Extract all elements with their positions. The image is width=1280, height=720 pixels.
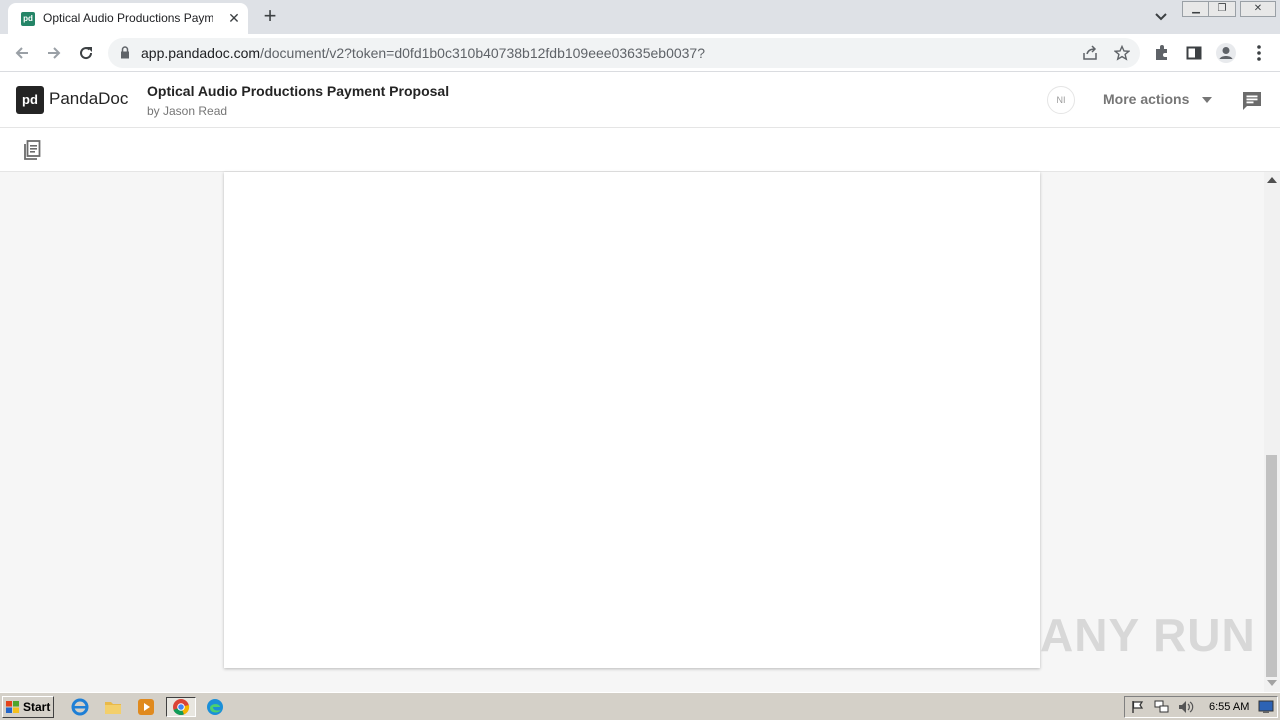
tab-close-icon[interactable]: ✕: [225, 9, 243, 27]
browser-toolbar: app.pandadoc.com/document/v2?token=d0fd1…: [0, 34, 1280, 72]
tab-search-chevron-icon[interactable]: [1150, 8, 1172, 26]
lock-icon[interactable]: [120, 46, 130, 64]
windows-taskbar: Start 6:55 AM: [0, 692, 1280, 720]
windows-flag-icon: [6, 701, 19, 713]
more-actions-button[interactable]: More actions: [1103, 91, 1189, 107]
start-label: Start: [23, 700, 51, 714]
document-header: pd PandaDoc Optical Audio Productions Pa…: [0, 72, 1280, 128]
url-text: app.pandadoc.com/document/v2?token=d0fd1…: [141, 45, 706, 61]
media-player-icon[interactable]: [135, 697, 157, 717]
comments-icon[interactable]: [1240, 89, 1264, 113]
scroll-up-arrow-icon[interactable]: [1267, 177, 1277, 183]
internet-explorer-icon[interactable]: [69, 697, 91, 717]
vertical-scrollbar[interactable]: [1264, 172, 1280, 692]
chrome-taskbar-icon[interactable]: [166, 697, 196, 717]
share-icon[interactable]: [1081, 44, 1099, 62]
chevron-down-icon[interactable]: [1202, 97, 1212, 103]
new-tab-button[interactable]: +: [258, 5, 282, 29]
tab-title: Optical Audio Productions Payment Propos…: [43, 11, 213, 25]
system-tray: 6:55 AM: [1124, 696, 1278, 718]
document-author: by Jason Read: [147, 104, 228, 118]
back-arrow-icon[interactable]: [8, 39, 36, 67]
avatar[interactable]: NI: [1047, 86, 1075, 114]
scroll-down-arrow-icon[interactable]: [1267, 680, 1277, 686]
forward-arrow-icon[interactable]: [40, 39, 68, 67]
watermark: ANY RUN: [1040, 609, 1256, 661]
pandadoc-favicon-icon: pd: [21, 12, 35, 26]
extension-icon[interactable]: [1151, 42, 1173, 64]
file-explorer-icon[interactable]: [102, 697, 124, 717]
document-page[interactable]: [224, 172, 1040, 668]
action-center-flag-icon[interactable]: [1127, 697, 1149, 717]
show-desktop-icon[interactable]: [1255, 697, 1277, 717]
close-window-button[interactable]: ✕: [1240, 1, 1276, 17]
scrollbar-thumb[interactable]: [1266, 455, 1277, 677]
star-icon[interactable]: [1113, 44, 1131, 62]
address-bar[interactable]: app.pandadoc.com/document/v2?token=d0fd1…: [108, 38, 1140, 68]
brand-name[interactable]: PandaDoc: [49, 89, 128, 109]
pandadoc-logo-icon[interactable]: pd: [16, 86, 44, 114]
document-title: Optical Audio Productions Payment Propos…: [147, 83, 450, 99]
profile-icon[interactable]: [1215, 42, 1237, 64]
minimize-window-button[interactable]: ▁: [1182, 1, 1210, 17]
network-icon[interactable]: [1151, 697, 1173, 717]
side-panel-icon[interactable]: [1183, 42, 1205, 64]
edge-icon[interactable]: [204, 697, 226, 717]
start-button[interactable]: Start: [2, 696, 54, 718]
document-contents-icon[interactable]: [20, 138, 44, 162]
restore-window-button[interactable]: ❐: [1208, 1, 1236, 17]
reload-icon[interactable]: [72, 39, 100, 67]
taskbar-clock[interactable]: 6:55 AM: [1209, 701, 1249, 713]
volume-icon[interactable]: [1175, 697, 1197, 717]
document-toolbar: [0, 128, 1280, 172]
browser-tab-strip: pd Optical Audio Productions Payment Pro…: [0, 0, 1280, 34]
browser-tab[interactable]: pd Optical Audio Productions Payment Pro…: [8, 3, 248, 34]
kebab-menu-icon[interactable]: [1248, 42, 1270, 64]
